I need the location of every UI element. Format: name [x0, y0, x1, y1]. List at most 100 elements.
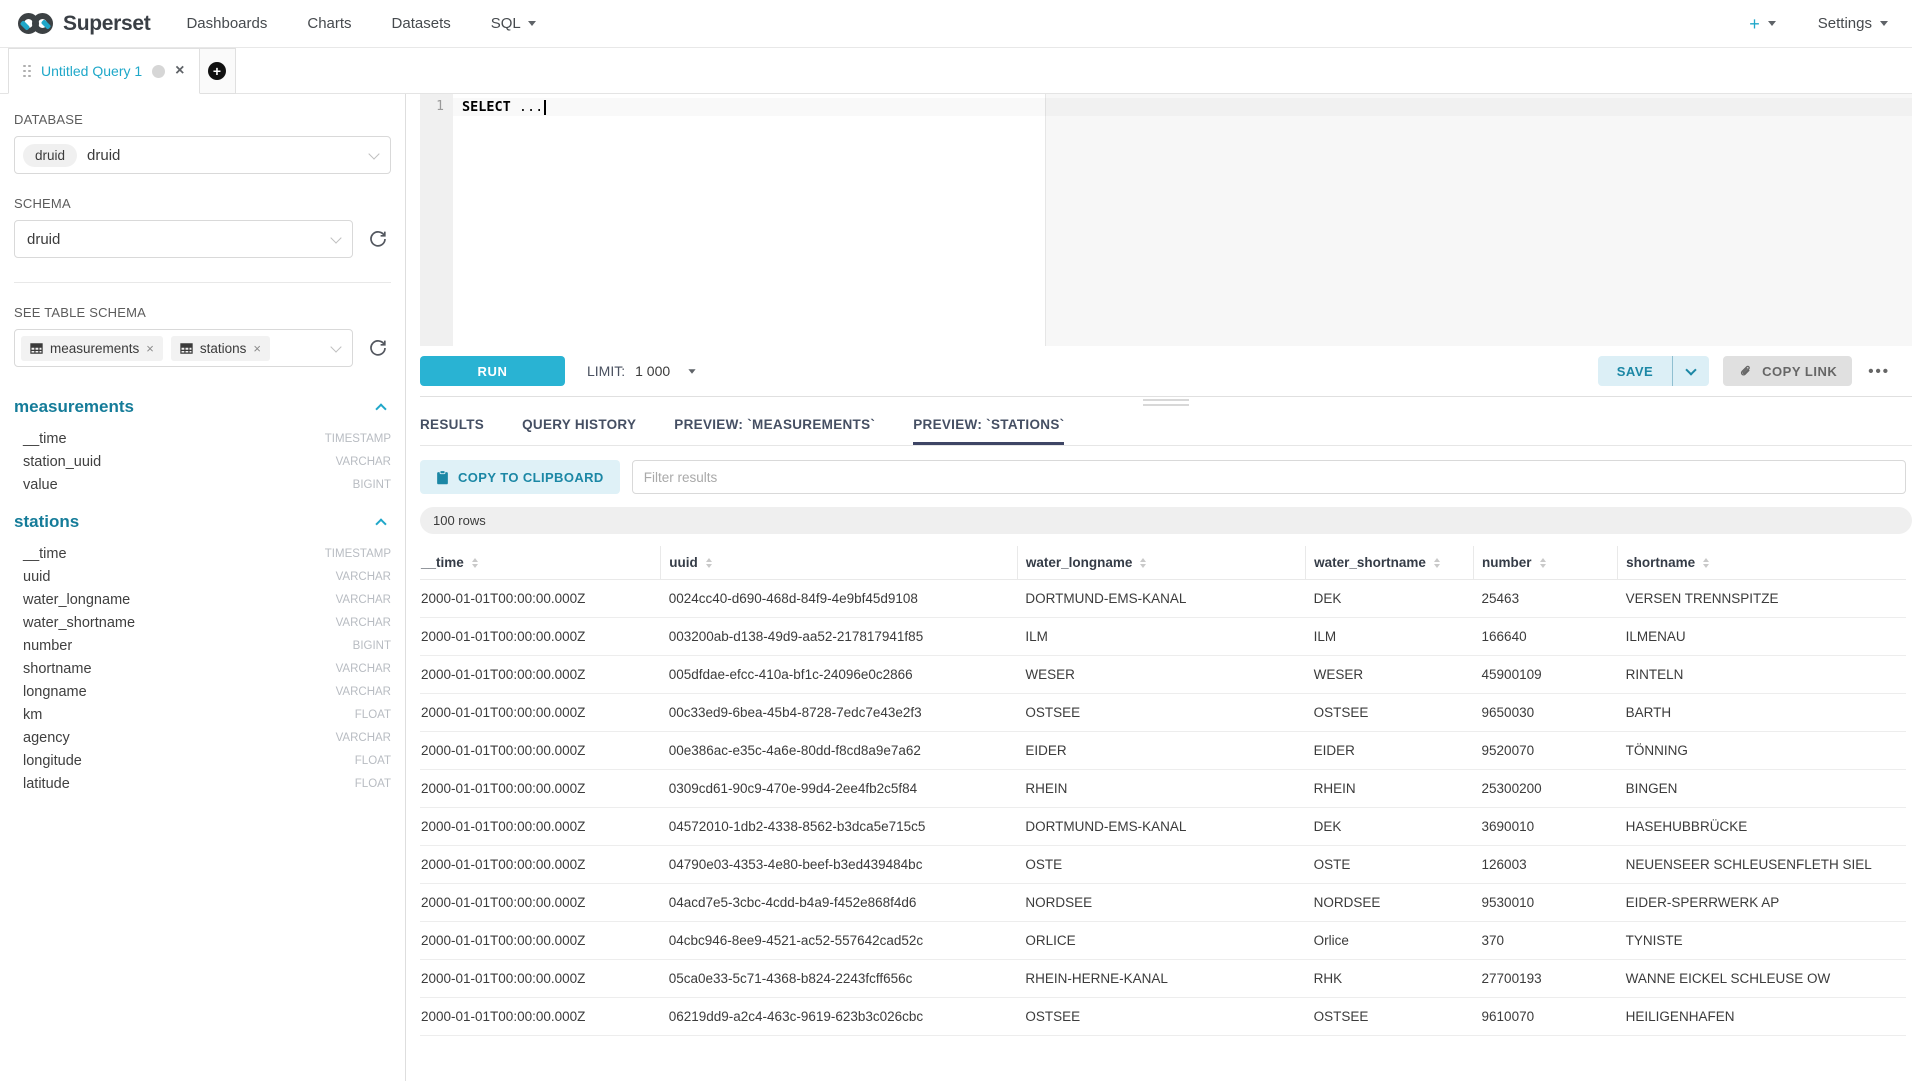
- sort-icon[interactable]: [1140, 558, 1146, 568]
- refresh-schema-button[interactable]: [365, 226, 391, 252]
- table-cell: 2000-01-01T00:00:00.000Z: [420, 656, 661, 694]
- column-name: value: [23, 477, 58, 493]
- table-cell: EIDER: [1306, 732, 1474, 770]
- query-tab[interactable]: Untitled Query 1 ×: [8, 48, 200, 94]
- table-cell: 06219dd9-a2c4-463c-9619-623b3c026cbc: [661, 998, 1018, 1036]
- column-header-time[interactable]: __time: [420, 546, 661, 580]
- table-cell: ILM: [1017, 618, 1305, 656]
- new-item-dropdown[interactable]: +: [1749, 15, 1776, 33]
- column-header-water_shortname[interactable]: water_shortname: [1306, 546, 1474, 580]
- more-menu-icon[interactable]: •••: [1868, 363, 1890, 380]
- refresh-tables-button[interactable]: [365, 335, 391, 361]
- editor-gutter: 1: [420, 94, 453, 346]
- nav-items: Dashboards Charts Datasets SQL: [186, 15, 535, 32]
- table-cell: DEK: [1306, 808, 1474, 846]
- column-header-uuid[interactable]: uuid: [661, 546, 1018, 580]
- nav-item-sql[interactable]: SQL: [491, 15, 536, 32]
- table-cell: WESER: [1306, 656, 1474, 694]
- table-column-label: uuid: [669, 555, 698, 570]
- tab-preview-stations[interactable]: PREVIEW: `STATIONS`: [913, 406, 1064, 445]
- sort-icon[interactable]: [472, 558, 478, 568]
- sort-icon[interactable]: [1540, 558, 1546, 568]
- table-column-label: number: [1482, 555, 1532, 570]
- column-name: km: [23, 707, 42, 723]
- table-row: 2000-01-01T00:00:00.000Z05ca0e33-5c71-43…: [420, 960, 1906, 998]
- table-row: 2000-01-01T00:00:00.000Z04cbc946-8ee9-45…: [420, 922, 1906, 960]
- resize-grip[interactable]: [1143, 399, 1189, 409]
- column-row: longitude FLOAT: [14, 749, 391, 772]
- table-schema-tag-stations[interactable]: stations ×: [171, 336, 270, 361]
- nav-item-charts[interactable]: Charts: [307, 15, 351, 32]
- run-button[interactable]: RUN: [420, 356, 565, 386]
- sql-lab-main: 1 SELECT ... RUN LIMIT: 1 000 SAVE: [406, 94, 1912, 1081]
- table-schema-tag-label: stations: [200, 341, 247, 356]
- table-schema-label: SEE TABLE SCHEMA: [14, 305, 391, 320]
- limit-dropdown[interactable]: LIMIT: 1 000: [587, 363, 696, 379]
- column-name: longname: [23, 684, 87, 700]
- nav-item-datasets[interactable]: Datasets: [392, 15, 451, 32]
- table-cell: 04cbc946-8ee9-4521-ac52-557642cad52c: [661, 922, 1018, 960]
- table-cell: TÖNNING: [1618, 732, 1906, 770]
- table-cell: 2000-01-01T00:00:00.000Z: [420, 580, 661, 618]
- save-button[interactable]: SAVE: [1598, 356, 1672, 386]
- chevron-up-icon[interactable]: [375, 518, 386, 529]
- table-cell: OSTE: [1017, 846, 1305, 884]
- chevron-up-icon[interactable]: [375, 403, 386, 414]
- tab-results[interactable]: RESULTS: [420, 406, 484, 445]
- plus-icon: +: [1749, 15, 1760, 33]
- copy-to-clipboard-button[interactable]: COPY TO CLIPBOARD: [420, 460, 620, 494]
- table-schema-select[interactable]: measurements × stations ×: [14, 329, 353, 367]
- query-tab-bar: Untitled Query 1 × +: [0, 48, 1912, 94]
- column-row: station_uuid VARCHAR: [14, 450, 391, 473]
- pane-divider: [420, 396, 1912, 406]
- nav-item-dashboards[interactable]: Dashboards: [186, 15, 267, 32]
- table-row: 2000-01-01T00:00:00.000Z00e386ac-e35c-4a…: [420, 732, 1906, 770]
- schema-explorer: measurements __time TIMESTAMP station_uu…: [14, 397, 391, 795]
- table-column-label: water_longname: [1026, 555, 1133, 570]
- sort-icon[interactable]: [1703, 558, 1709, 568]
- column-type: TIMESTAMP: [325, 548, 391, 560]
- table-section-header[interactable]: measurements: [14, 397, 391, 417]
- settings-menu[interactable]: Settings: [1818, 15, 1888, 32]
- column-header-water_longname[interactable]: water_longname: [1017, 546, 1305, 580]
- tab-query-history[interactable]: QUERY HISTORY: [522, 406, 636, 445]
- column-type: VARCHAR: [336, 617, 391, 629]
- sql-editor[interactable]: 1 SELECT ...: [420, 94, 1912, 346]
- database-label: DATABASE: [14, 112, 391, 127]
- tab-preview-measurements[interactable]: PREVIEW: `MEASUREMENTS`: [674, 406, 875, 445]
- column-header-number[interactable]: number: [1474, 546, 1618, 580]
- table-cell: OSTSEE: [1017, 694, 1305, 732]
- text-cursor: [544, 100, 546, 115]
- schema-select[interactable]: druid: [14, 220, 353, 258]
- drag-handle-icon[interactable]: [23, 65, 31, 78]
- table-cell: 2000-01-01T00:00:00.000Z: [420, 960, 661, 998]
- column-type: FLOAT: [355, 755, 391, 767]
- column-header-shortname[interactable]: shortname: [1618, 546, 1906, 580]
- filter-results-input[interactable]: [632, 460, 1906, 494]
- brand-name[interactable]: Superset: [63, 12, 150, 36]
- table-schema-tag-measurements[interactable]: measurements ×: [21, 336, 163, 361]
- south-tab-label: QUERY HISTORY: [522, 417, 636, 432]
- sort-icon[interactable]: [1434, 558, 1440, 568]
- remove-table-icon[interactable]: ×: [146, 341, 154, 356]
- save-options-button[interactable]: [1673, 356, 1709, 386]
- database-select[interactable]: druid druid: [14, 136, 391, 174]
- column-name: latitude: [23, 776, 70, 792]
- table-cell: 2000-01-01T00:00:00.000Z: [420, 884, 661, 922]
- sort-icon[interactable]: [706, 558, 712, 568]
- superset-logo-icon[interactable]: [18, 13, 53, 34]
- remove-table-icon[interactable]: ×: [253, 341, 261, 356]
- column-row: latitude FLOAT: [14, 772, 391, 795]
- column-name: agency: [23, 730, 70, 746]
- table-cell: 9530010: [1474, 884, 1618, 922]
- close-icon[interactable]: ×: [175, 63, 184, 79]
- table-cell: TYNISTE: [1618, 922, 1906, 960]
- column-list: __time TIMESTAMP uuid VARCHAR water_long…: [14, 542, 391, 795]
- table-section-header[interactable]: stations: [14, 512, 391, 532]
- sql-code-line[interactable]: SELECT ...: [462, 99, 546, 115]
- column-name: water_shortname: [23, 615, 135, 631]
- table-cell: DORTMUND-EMS-KANAL: [1017, 580, 1305, 618]
- copy-link-button[interactable]: COPY LINK: [1723, 356, 1852, 386]
- add-tab-button[interactable]: +: [200, 48, 236, 94]
- column-row: number BIGINT: [14, 634, 391, 657]
